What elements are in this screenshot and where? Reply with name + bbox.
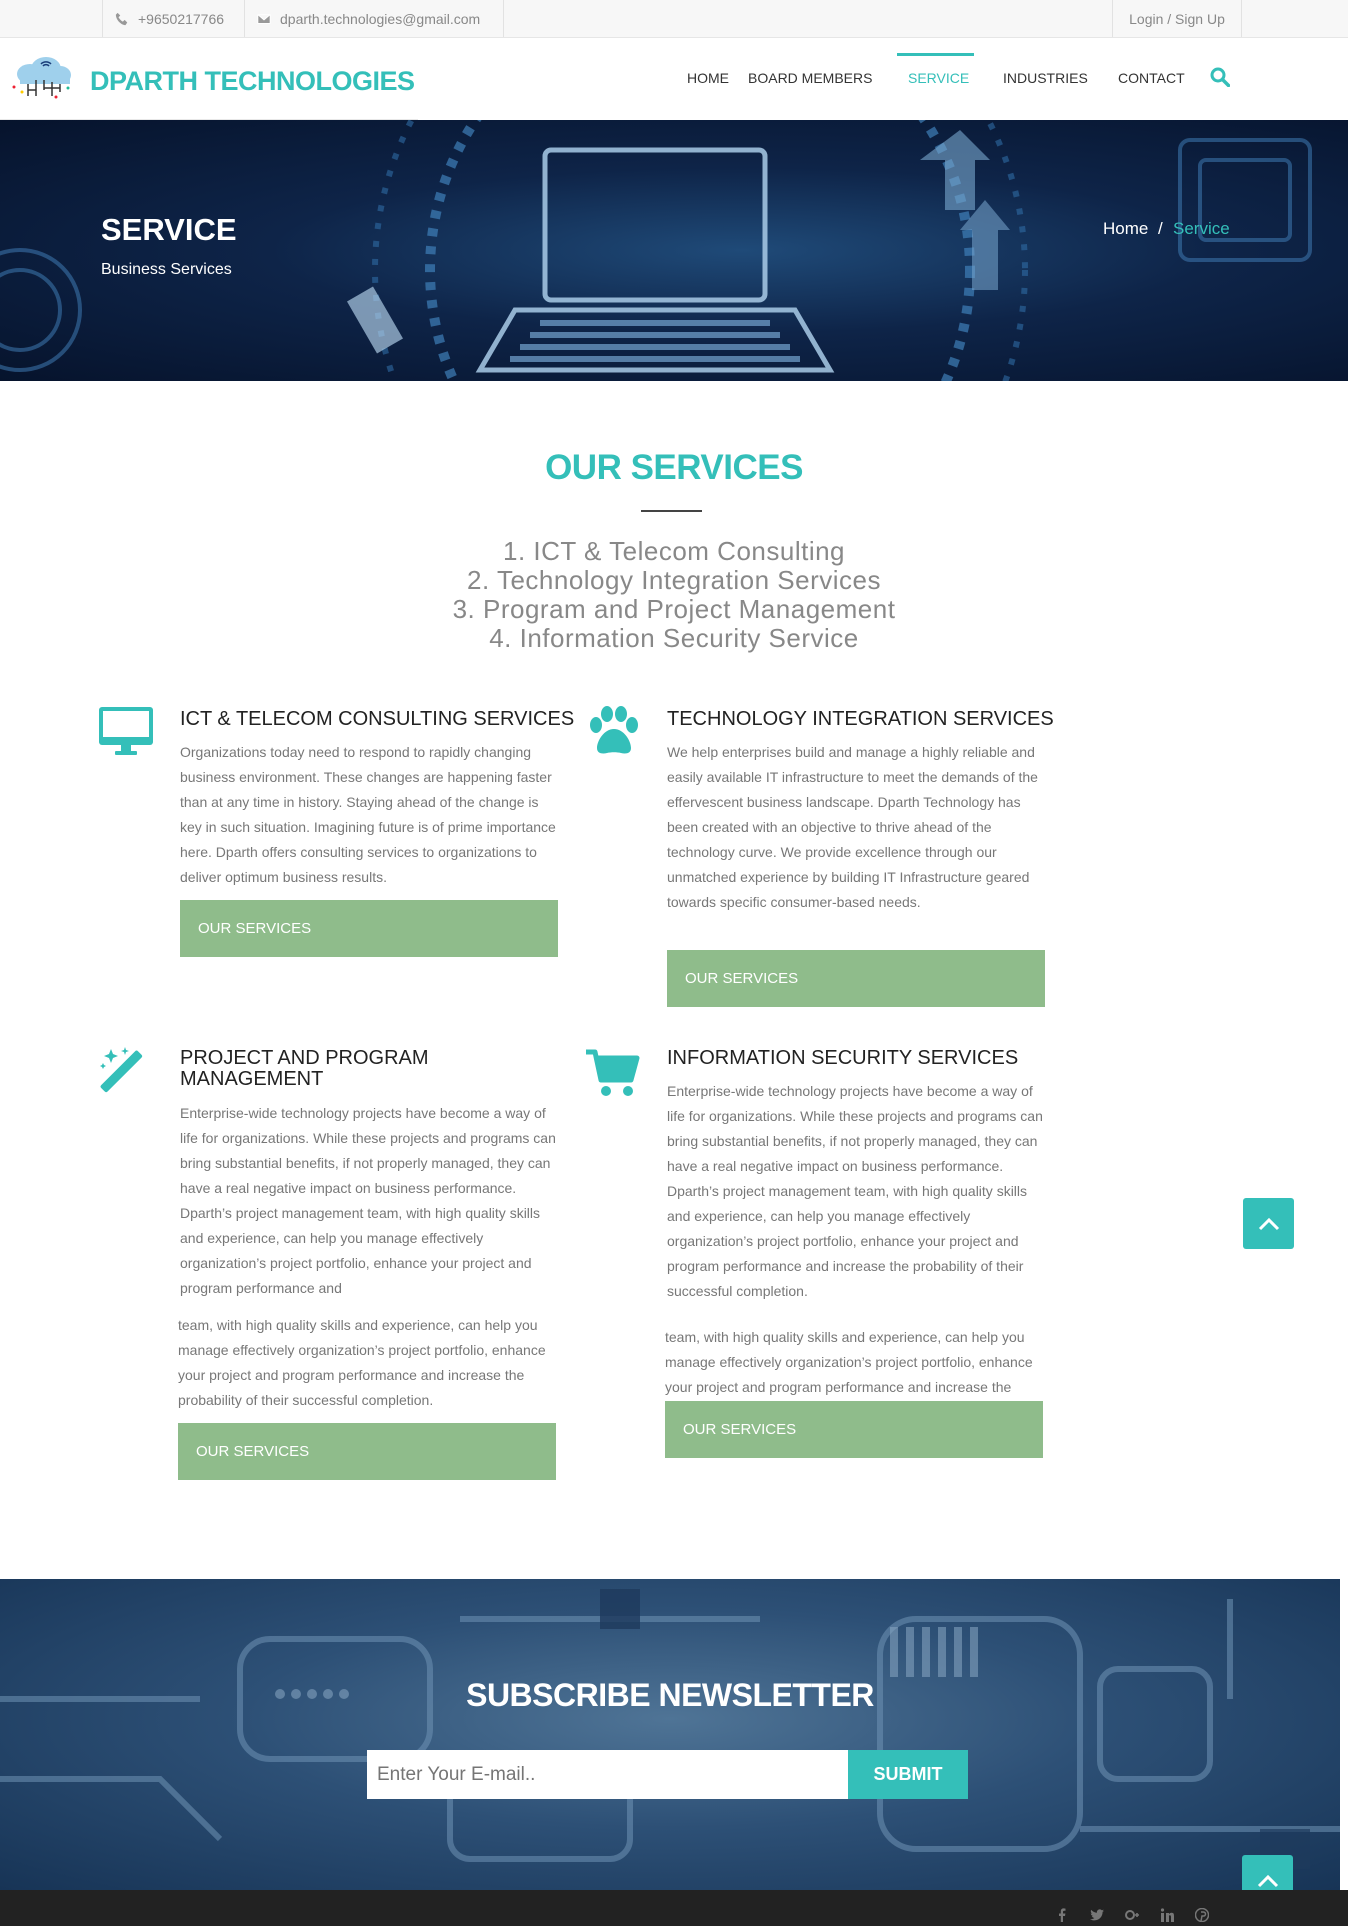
paw-icon: [590, 706, 638, 754]
nav-home[interactable]: HOME: [687, 70, 729, 86]
nav-board-members[interactable]: BOARD MEMBERS: [748, 70, 872, 86]
laptop-circuit-background: [0, 120, 1312, 381]
circuit-board-background: [0, 1589, 1340, 1869]
services-list-item: 1. ICT & Telecom Consulting: [502, 536, 846, 566]
phone-icon: [115, 12, 128, 25]
back-to-top-button[interactable]: [1243, 1198, 1294, 1249]
our-services-button[interactable]: OUR SERVICES: [665, 1401, 1043, 1458]
top-bar: +9650217766 dparth.technologies@gmail.co…: [0, 0, 1348, 38]
service-description: Enterprise-wide technology projects have…: [667, 1083, 1043, 1299]
service-description-continued: team, with high quality skills and exper…: [178, 1317, 546, 1408]
page-hero-banner: SERVICE Business Services Home / Service: [0, 120, 1348, 381]
nav-industries[interactable]: INDUSTRIES: [1003, 70, 1088, 86]
services-list-item: 2. Technology Integration Services: [467, 565, 881, 595]
nav-active-indicator: [897, 53, 974, 56]
service-heading: INFORMATION SECURITY SERVICES: [667, 1047, 1019, 1069]
site-header: DPARTH TECHNOLOGIES HOME BOARD MEMBERS S…: [0, 38, 1348, 121]
breadcrumb-current: Service: [1173, 219, 1230, 238]
newsletter-email-input[interactable]: [367, 1750, 849, 1799]
login-signup-link[interactable]: Login / Sign Up: [1112, 0, 1242, 37]
breadcrumb-home[interactable]: Home: [1103, 219, 1148, 239]
newsletter-section: SUBSCRIBE NEWSLETTER SUBMIT: [0, 1579, 1340, 1890]
facebook-icon[interactable]: [1055, 1908, 1069, 1922]
monitor-icon: [99, 707, 153, 755]
section-title-divider: [641, 510, 702, 512]
newsletter-title: SUBSCRIBE NEWSLETTER: [466, 1677, 874, 1713]
service-heading: PROJECT AND PROGRAM MANAGEMENT: [180, 1047, 429, 1090]
our-services-button[interactable]: OUR SERVICES: [178, 1423, 556, 1480]
chevron-up-icon: [1257, 1874, 1278, 1887]
nav-contact[interactable]: CONTACT: [1118, 70, 1185, 86]
service-description: Organizations today need to respond to r…: [180, 744, 556, 885]
email-contact[interactable]: dparth.technologies@gmail.com: [244, 0, 504, 37]
service-heading: ICT & TELECOM CONSULTING SERVICES: [180, 708, 575, 730]
google-plus-icon[interactable]: [1125, 1908, 1139, 1922]
our-services-button[interactable]: OUR SERVICES: [667, 950, 1045, 1007]
login-signup-label: Login / Sign Up: [1129, 10, 1225, 27]
chevron-up-icon: [1258, 1217, 1279, 1230]
breadcrumb-separator: /: [1158, 219, 1163, 238]
our-services-button[interactable]: OUR SERVICES: [180, 900, 558, 957]
service-description: Enterprise-wide technology projects have…: [180, 1105, 556, 1296]
service-description: We help enterprises build and manage a h…: [667, 744, 1038, 910]
services-list-item: 3. Program and Project Management: [452, 594, 896, 624]
search-icon[interactable]: [1210, 67, 1230, 87]
page-title: SERVICE: [101, 212, 237, 247]
newsletter-submit-button[interactable]: SUBMIT: [848, 1750, 968, 1799]
twitter-icon[interactable]: [1090, 1908, 1104, 1922]
service-heading: TECHNOLOGY INTEGRATION SERVICES: [667, 708, 1054, 730]
nav-service[interactable]: SERVICE: [908, 70, 969, 86]
envelope-icon: [257, 13, 271, 24]
shopping-cart-icon: [586, 1049, 640, 1096]
services-list-item: 4. Information Security Service: [489, 623, 859, 653]
page-subtitle: Business Services: [101, 261, 232, 278]
service-description-continued: team, with high quality skills and exper…: [665, 1329, 1033, 1395]
site-footer: [0, 1890, 1348, 1926]
pinterest-icon[interactable]: [1195, 1908, 1209, 1922]
phone-number: +9650217766: [138, 10, 225, 27]
back-to-top-button-bottom[interactable]: [1242, 1855, 1293, 1890]
section-title: OUR SERVICES: [545, 448, 803, 487]
magic-wand-icon: [100, 1047, 143, 1093]
email-address: dparth.technologies@gmail.com: [280, 10, 481, 27]
linkedin-icon[interactable]: [1160, 1908, 1174, 1922]
brand-name[interactable]: DPARTH TECHNOLOGIES: [90, 66, 415, 97]
cloud-circuit-logo-icon[interactable]: [8, 54, 78, 100]
phone-contact[interactable]: +9650217766: [102, 0, 244, 37]
